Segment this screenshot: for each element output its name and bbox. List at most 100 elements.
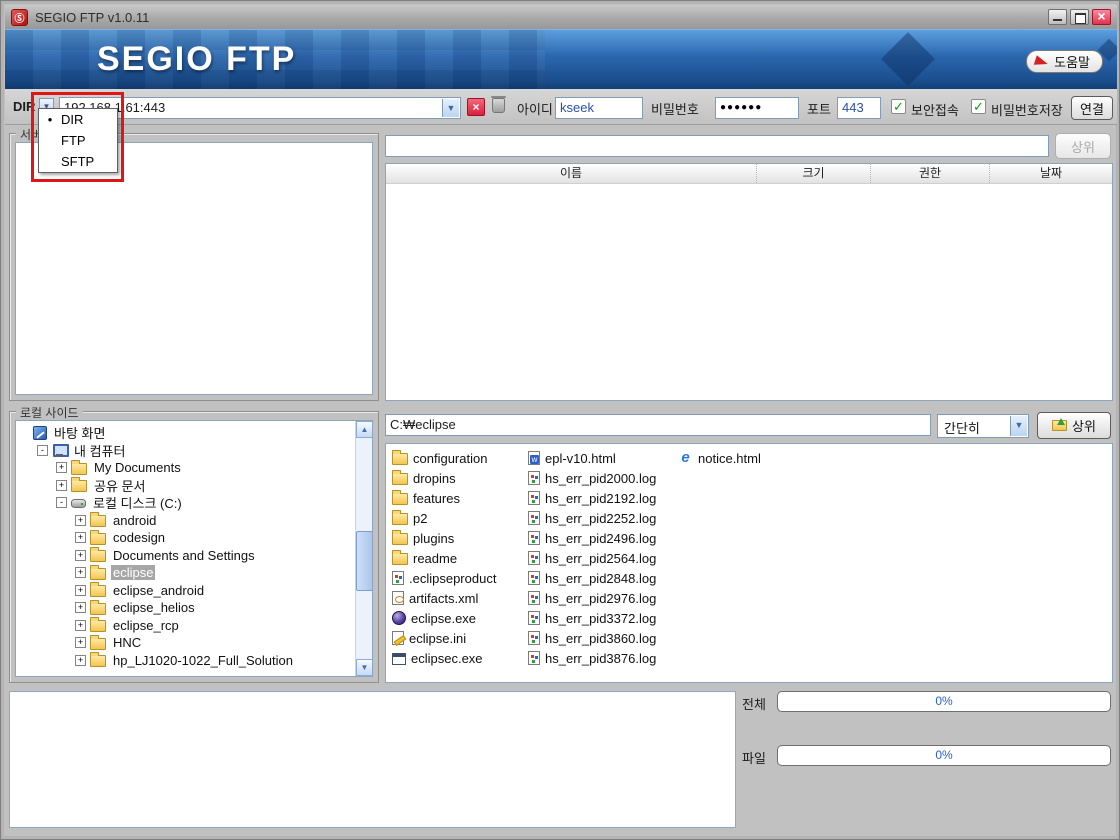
scrollbar-up-button[interactable]: ▲ bbox=[356, 421, 373, 438]
file-item[interactable]: eclipsec.exe bbox=[392, 648, 528, 668]
file-item[interactable]: configuration bbox=[392, 448, 528, 468]
file-item[interactable]: eclipse.ini bbox=[392, 628, 528, 648]
tree-row[interactable]: +공유 문서 bbox=[56, 477, 372, 495]
tree-row[interactable]: +eclipse_android bbox=[75, 582, 372, 600]
local-path-input[interactable]: C:₩eclipse bbox=[385, 414, 931, 436]
help-button[interactable]: 도움말 bbox=[1026, 50, 1103, 73]
tree-row[interactable]: +eclipse_rcp bbox=[75, 617, 372, 635]
file-item[interactable]: hs_err_pid2252.log bbox=[528, 508, 678, 528]
address-combobox[interactable]: 192.168.1.61:443 ▼ bbox=[59, 97, 461, 119]
expand-icon[interactable]: + bbox=[75, 620, 86, 631]
file-name: artifacts.xml bbox=[409, 591, 478, 606]
file-item[interactable]: hs_err_pid3860.log bbox=[528, 628, 678, 648]
column-header-1[interactable]: 크기 bbox=[756, 164, 870, 183]
close-button[interactable] bbox=[1092, 9, 1111, 25]
file-item[interactable]: dropins bbox=[392, 468, 528, 488]
clear-address-button[interactable]: × bbox=[467, 98, 485, 116]
transfer-log-area[interactable] bbox=[9, 691, 736, 828]
file-item[interactable]: artifacts.xml bbox=[392, 588, 528, 608]
expand-icon[interactable]: + bbox=[75, 567, 86, 578]
maximize-button[interactable] bbox=[1070, 9, 1089, 25]
connect-button[interactable]: 연결 bbox=[1071, 96, 1113, 120]
file-item[interactable]: hs_err_pid3876.log bbox=[528, 648, 678, 668]
expand-icon[interactable]: + bbox=[75, 532, 86, 543]
remote-up-button[interactable]: 상위 bbox=[1055, 133, 1111, 159]
password-input[interactable]: ●●●●●● bbox=[715, 97, 799, 119]
file-item[interactable]: epl-v10.html bbox=[528, 448, 678, 468]
file-item[interactable]: features bbox=[392, 488, 528, 508]
tree-row[interactable]: +eclipse bbox=[75, 564, 372, 582]
file-item[interactable]: hs_err_pid2496.log bbox=[528, 528, 678, 548]
server-tree-area[interactable] bbox=[15, 142, 373, 395]
collapse-icon[interactable]: - bbox=[37, 445, 48, 456]
file-item[interactable]: enotice.html bbox=[678, 448, 814, 468]
eclipse-icon bbox=[392, 611, 406, 625]
file-item[interactable]: hs_err_pid2848.log bbox=[528, 568, 678, 588]
collapse-icon[interactable]: - bbox=[56, 497, 67, 508]
column-header-3[interactable]: 날짜 bbox=[989, 164, 1112, 183]
connection-bar: DIR ▼ 192.168.1.61:443 ▼ × 아이디 kseek 비밀번… bbox=[5, 89, 1117, 125]
file-progress-label: 파일 bbox=[742, 748, 766, 767]
remote-file-list[interactable]: 이름크기권한날짜 bbox=[385, 163, 1113, 401]
port-input[interactable]: 443 bbox=[837, 97, 881, 119]
tree-scrollbar[interactable]: ▲ ▼ bbox=[355, 421, 372, 676]
protocol-option-ftp[interactable]: FTP bbox=[39, 130, 117, 151]
file-item[interactable]: eclipse.exe bbox=[392, 608, 528, 628]
secure-checkbox[interactable]: ✓ bbox=[891, 99, 906, 114]
expand-icon[interactable]: + bbox=[75, 585, 86, 596]
tree-row[interactable]: +codesign bbox=[75, 529, 372, 547]
local-up-button[interactable]: 상위 bbox=[1037, 412, 1111, 439]
expand-icon[interactable]: + bbox=[56, 480, 67, 491]
log-icon bbox=[528, 511, 540, 525]
view-mode-select[interactable]: 간단히 ▼ bbox=[937, 414, 1029, 438]
address-dropdown-icon[interactable]: ▼ bbox=[442, 99, 459, 117]
file-item[interactable]: hs_err_pid2976.log bbox=[528, 588, 678, 608]
file-item[interactable]: hs_err_pid2192.log bbox=[528, 488, 678, 508]
view-mode-dropdown-icon[interactable]: ▼ bbox=[1010, 416, 1027, 436]
column-header-0[interactable]: 이름 bbox=[386, 164, 756, 183]
file-item[interactable]: hs_err_pid2000.log bbox=[528, 468, 678, 488]
file-item[interactable]: p2 bbox=[392, 508, 528, 528]
file-item[interactable]: .eclipseproduct bbox=[392, 568, 528, 588]
protocol-option-dir[interactable]: ●DIR bbox=[39, 109, 117, 130]
file-name: configuration bbox=[413, 451, 487, 466]
file-progress-bar: 0% bbox=[777, 745, 1111, 766]
column-header-2[interactable]: 권한 bbox=[870, 164, 989, 183]
folder-icon bbox=[90, 515, 106, 527]
desktop-icon bbox=[33, 426, 47, 440]
file-item[interactable]: hs_err_pid2564.log bbox=[528, 548, 678, 568]
file-item[interactable]: plugins bbox=[392, 528, 528, 548]
expand-icon[interactable]: + bbox=[56, 462, 67, 473]
tree-row[interactable]: +hp_LJ1020-1022_Full_Solution bbox=[75, 652, 372, 670]
expand-icon[interactable]: + bbox=[75, 655, 86, 666]
save-password-checkbox[interactable]: ✓ bbox=[971, 99, 986, 114]
protocol-option-sftp[interactable]: SFTP bbox=[39, 151, 117, 172]
id-input[interactable]: kseek bbox=[555, 97, 643, 119]
tree-row[interactable]: +My Documents bbox=[56, 459, 372, 477]
expand-icon[interactable]: + bbox=[75, 550, 86, 561]
tree-row[interactable]: -로컬 디스크 (C:) bbox=[56, 494, 372, 512]
scrollbar-thumb[interactable] bbox=[356, 531, 373, 591]
tree-row[interactable]: -내 컴퓨터 bbox=[37, 442, 372, 460]
expand-icon[interactable]: + bbox=[75, 515, 86, 526]
tree-item-label: android bbox=[111, 513, 158, 528]
tree-row[interactable]: 바탕 화면 bbox=[18, 424, 372, 442]
tree-row[interactable]: +HNC bbox=[75, 634, 372, 652]
remote-path-input[interactable] bbox=[385, 135, 1049, 157]
local-file-list[interactable]: configuration dropinsfeaturesp2pluginsrea… bbox=[385, 443, 1113, 683]
expand-icon[interactable]: + bbox=[75, 637, 86, 648]
local-up-label: 상위 bbox=[1072, 416, 1096, 435]
tree-row[interactable]: +eclipse_helios bbox=[75, 599, 372, 617]
folder-icon bbox=[392, 493, 408, 505]
tree-row[interactable]: + android bbox=[75, 512, 372, 530]
minimize-button[interactable] bbox=[1048, 9, 1067, 25]
trash-icon[interactable] bbox=[492, 98, 505, 113]
file-name: notice.html bbox=[698, 451, 761, 466]
tree-row[interactable]: +Documents and Settings bbox=[75, 547, 372, 565]
file-item[interactable]: readme bbox=[392, 548, 528, 568]
expand-icon[interactable]: + bbox=[75, 602, 86, 613]
log-icon bbox=[528, 471, 540, 485]
file-item[interactable]: hs_err_pid3372.log bbox=[528, 608, 678, 628]
folder-icon bbox=[71, 480, 87, 492]
scrollbar-down-button[interactable]: ▼ bbox=[356, 659, 373, 676]
